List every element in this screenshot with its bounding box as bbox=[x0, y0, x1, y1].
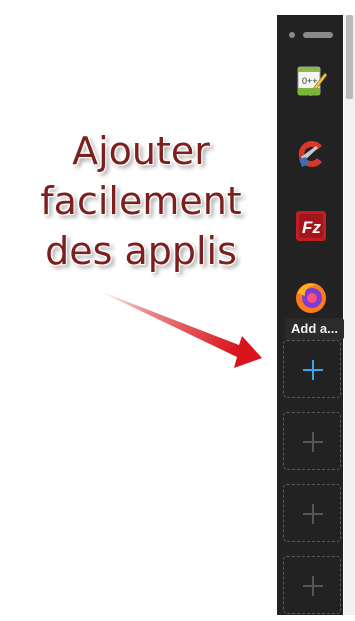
empty-app-slot[interactable] bbox=[283, 556, 341, 614]
filezilla-icon[interactable]: Fz bbox=[294, 209, 328, 243]
add-app-slot[interactable] bbox=[283, 340, 341, 398]
caption-line-1: Ajouter bbox=[72, 129, 210, 173]
svg-text:Fz: Fz bbox=[302, 218, 321, 237]
caption-line-3: des applis bbox=[45, 229, 237, 273]
promo-caption: Ajouter facilement des applis bbox=[20, 126, 262, 276]
empty-app-slot[interactable] bbox=[283, 412, 341, 470]
drag-handle[interactable] bbox=[289, 31, 333, 39]
plus-icon bbox=[303, 576, 323, 596]
scrollbar-thumb[interactable] bbox=[346, 15, 353, 99]
notepad-plus-plus-icon[interactable]: 0++ bbox=[294, 65, 328, 99]
add-app-tooltip: Add a... bbox=[285, 318, 344, 340]
svg-text:0++: 0++ bbox=[302, 76, 318, 86]
plus-icon bbox=[303, 432, 323, 452]
app-sidebar-panel: 0++ Fz Add a... bbox=[277, 15, 344, 615]
empty-app-slot[interactable] bbox=[283, 484, 341, 542]
handle-dot bbox=[289, 32, 295, 38]
ccleaner-icon[interactable] bbox=[294, 137, 328, 171]
plus-icon bbox=[303, 504, 323, 524]
handle-bar bbox=[303, 32, 333, 38]
vertical-scrollbar[interactable] bbox=[344, 15, 355, 615]
firefox-icon[interactable] bbox=[294, 281, 328, 315]
caption-line-2: facilement bbox=[40, 179, 242, 223]
plus-icon bbox=[303, 360, 323, 380]
